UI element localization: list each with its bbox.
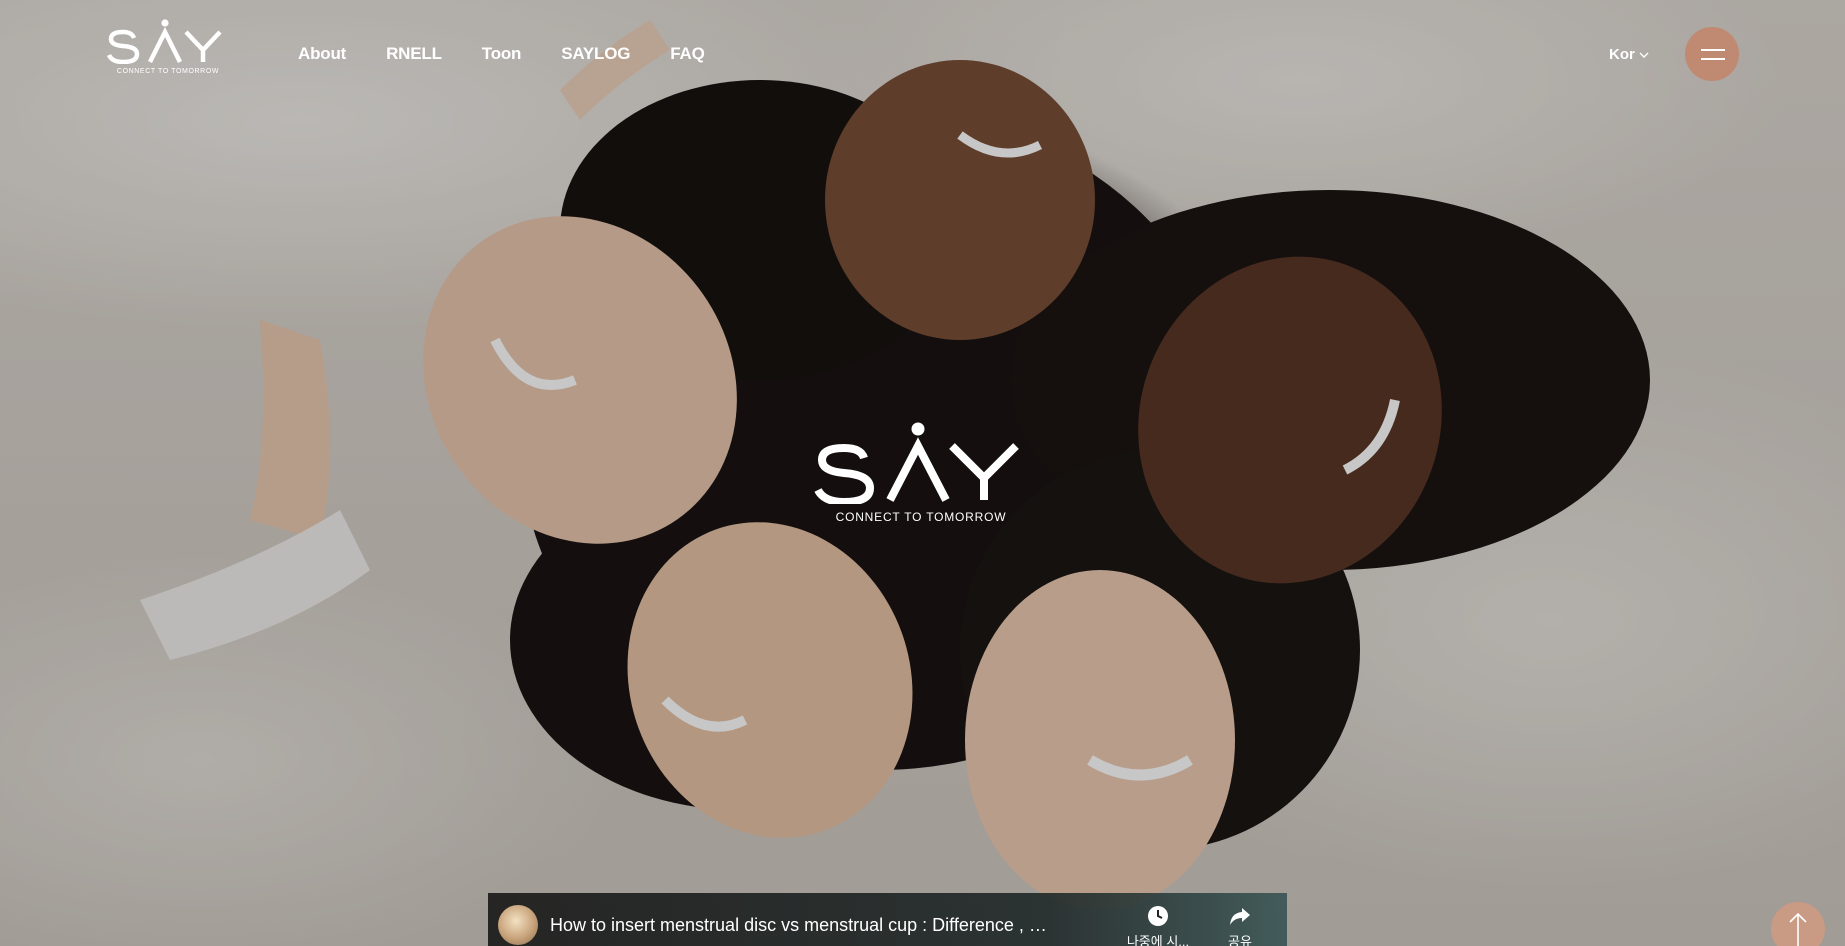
- hamburger-icon-line: [1701, 58, 1725, 60]
- arrow-up-icon: [1789, 912, 1807, 946]
- site-header: CONNECT TO TOMORROW About RNELL Toon SAY…: [0, 0, 1845, 110]
- channel-avatar[interactable]: [498, 905, 538, 945]
- watch-later-button[interactable]: 나중에 시...: [1118, 905, 1198, 946]
- main-nav: About RNELL Toon SAYLOG FAQ: [298, 44, 745, 64]
- chevron-down-icon: [1639, 52, 1649, 58]
- nav-item-toon[interactable]: Toon: [482, 44, 522, 64]
- header-logo[interactable]: CONNECT TO TOMORROW: [106, 18, 230, 80]
- nav-item-about[interactable]: About: [298, 44, 346, 64]
- center-logo: CONNECT TO TOMORROW: [812, 422, 1030, 532]
- video-embed[interactable]: How to insert menstrual disc vs menstrua…: [488, 893, 1287, 946]
- clock-icon: [1148, 906, 1168, 926]
- hamburger-icon: [1701, 49, 1725, 51]
- say-logo-icon: [106, 19, 222, 65]
- video-title[interactable]: How to insert menstrual disc vs menstrua…: [550, 915, 1050, 936]
- share-button[interactable]: 공유: [1200, 905, 1280, 946]
- share-icon: [1230, 908, 1250, 925]
- menu-button[interactable]: [1685, 27, 1739, 81]
- center-logo-tagline: CONNECT TO TOMORROW: [835, 510, 1007, 524]
- scroll-to-top-button[interactable]: [1771, 902, 1825, 946]
- page: CONNECT TO TOMORROW About RNELL Toon SAY…: [0, 0, 1845, 946]
- nav-item-faq[interactable]: FAQ: [670, 44, 705, 64]
- language-selector[interactable]: Kor: [1609, 46, 1649, 63]
- share-label: 공유: [1228, 934, 1252, 946]
- watch-later-label: 나중에 시...: [1126, 934, 1190, 946]
- header-logo-tagline: CONNECT TO TOMORROW: [116, 68, 220, 75]
- nav-item-saylog[interactable]: SAYLOG: [561, 44, 630, 64]
- nav-item-rnell[interactable]: RNELL: [386, 44, 442, 64]
- say-center-logo-icon: [814, 422, 1019, 507]
- language-label: Kor: [1609, 46, 1635, 63]
